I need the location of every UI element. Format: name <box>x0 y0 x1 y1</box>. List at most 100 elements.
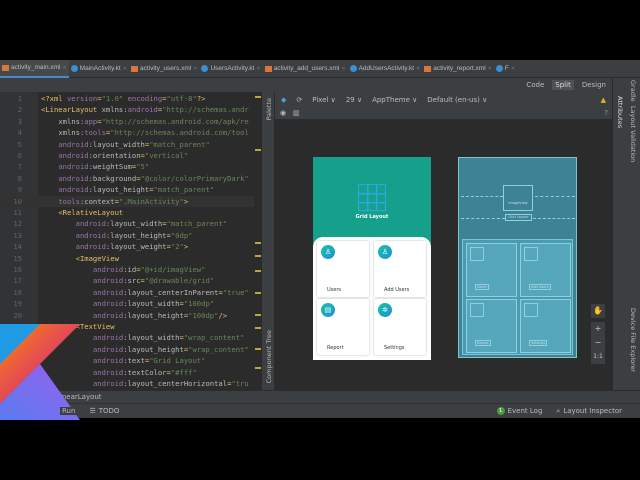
event-log-tab[interactable]: Event Log <box>508 407 543 415</box>
code-line[interactable]: 3 xmlns:app="http://schemas.android.com/… <box>0 116 262 127</box>
editor-tab[interactable]: AddUsersActivity.kt ✕ <box>348 60 423 78</box>
tab-label: F <box>504 65 509 72</box>
close-icon[interactable]: ✕ <box>511 66 515 72</box>
design-mode-button[interactable]: Design <box>582 81 606 89</box>
blueprint-label: Report <box>475 340 491 346</box>
line-number: 16 <box>13 265 22 274</box>
blueprint-textview[interactable]: Grid Layout <box>505 214 532 221</box>
editor-tab[interactable]: activity_users.xml ✕ <box>129 60 200 78</box>
attributes-tab[interactable]: Attributes <box>616 96 624 128</box>
close-icon[interactable]: ✕ <box>62 65 66 71</box>
event-count-badge: 1 <box>496 407 505 415</box>
close-icon[interactable]: ✕ <box>123 66 127 72</box>
code-line[interactable]: 4 xmlns:tools="http://schemas.android.co… <box>0 127 262 138</box>
code-line[interactable]: 16 android:id="@+id/imagView" <box>0 264 262 275</box>
blueprint-card[interactable]: Add Users <box>520 243 571 297</box>
code-line[interactable]: 11 <RelativeLayout <box>0 207 262 218</box>
close-icon[interactable]: ✕ <box>488 66 492 72</box>
run-tab[interactable]: Run <box>60 407 78 415</box>
preview-header: Grid Layout <box>313 157 431 247</box>
code-line[interactable]: 7 android:weightSum="5" <box>0 161 262 172</box>
close-icon[interactable]: ✕ <box>416 66 420 72</box>
editor-tab[interactable]: activity_report.xml ✕ <box>422 60 494 78</box>
code-line[interactable]: 2 <LinearLayout xmlns:android="http://sch… <box>0 104 262 115</box>
close-icon[interactable]: ✕ <box>256 66 260 72</box>
code-line[interactable]: 12 android:layout_width="match_parent" <box>0 218 262 229</box>
code-line[interactable]: 14 android:layout_weight="2"> <box>0 241 262 252</box>
left-tool-strip: Palette Component Tree <box>262 92 275 390</box>
code-text: android:src="@drawable/grid" <box>92 276 215 286</box>
line-number: 12 <box>13 219 22 229</box>
code-line[interactable]: 5 android:layout_width="match_parent" <box>0 139 262 150</box>
code-line[interactable]: 18 android:layout_centerInParent="true" <box>0 287 262 298</box>
device-select[interactable]: Pixel ∨ <box>312 96 336 104</box>
zoom-in-button[interactable]: + <box>591 322 605 336</box>
blueprint-view[interactable]: imageView Grid Layout Users Add Users Re… <box>458 157 577 358</box>
code-line[interactable]: 10 tools:context=".MainActivity"> <box>0 195 262 207</box>
blueprint-toggle-icon[interactable]: ▥ <box>293 109 300 117</box>
zoom-actual-size-button[interactable]: 1:1 <box>591 350 605 364</box>
layout-inspector-tab[interactable]: Layout Inspector <box>563 407 622 415</box>
warning-icon[interactable]: ▲ <box>601 96 606 104</box>
image-placeholder-icon <box>524 247 538 261</box>
code-text: android:layout_width="match_parent" <box>75 219 228 229</box>
code-line[interactable]: 8 android:background="@color/colorPrimar… <box>0 173 262 184</box>
close-icon[interactable]: ✕ <box>341 66 345 72</box>
split-mode-button[interactable]: Split <box>552 80 574 90</box>
blueprint-card[interactable]: Settings <box>520 299 571 353</box>
image-placeholder-icon <box>524 303 538 317</box>
code-line[interactable]: 20 android:layout_height="100dp"/> <box>0 310 262 321</box>
code-line[interactable]: 13 android:layout_height="0dp" <box>0 230 262 241</box>
breadcrumb[interactable]: LinearLayout <box>0 390 640 403</box>
component-tree-tab[interactable]: Component Tree <box>265 330 273 383</box>
gradle-tab[interactable]: Gradle <box>629 80 637 102</box>
todo-tab[interactable]: TODO <box>99 407 120 415</box>
scroll-marker <box>255 270 261 272</box>
gear-icon: ✲ <box>378 303 392 317</box>
locale-select[interactable]: Default (en-us) ∨ <box>427 96 487 104</box>
tab-label: activity_report.xml <box>433 65 486 72</box>
theme-select[interactable]: AppTheme ∨ <box>372 96 417 104</box>
zoom-out-button[interactable]: − <box>591 336 605 350</box>
user-plus-icon: ♙ <box>378 245 392 259</box>
card-add-users[interactable]: ♙ Add Users <box>374 241 426 297</box>
orientation-icon[interactable]: ⟳ <box>296 96 302 104</box>
api-level-select[interactable]: 29 ∨ <box>346 96 362 104</box>
code-line[interactable]: 1 <?xml version="1.0" encoding="utf-8"?> <box>0 93 262 104</box>
code-text: <RelativeLayout <box>41 208 124 217</box>
help-icon[interactable]: ? <box>604 109 608 117</box>
layout-validation-tab[interactable]: Layout Validation <box>629 106 637 162</box>
design-surface[interactable]: ◆ ⟳ Pixel ∨ 29 ∨ AppTheme ∨ Default (en-… <box>275 92 612 390</box>
code-line[interactable]: 19 android:layout_width="100dp" <box>0 298 262 309</box>
card-report[interactable]: ▤ Report <box>317 299 369 355</box>
editor-tab[interactable]: activity_main.xml ✕ <box>0 59 69 78</box>
line-number: 17 <box>13 276 22 286</box>
code-mode-button[interactable]: Code <box>526 81 544 89</box>
layers-icon[interactable]: ◆ <box>281 96 286 104</box>
eye-icon[interactable]: ◉ <box>280 109 286 117</box>
design-preview[interactable]: Grid Layout ♙ Users ♙ Add Users ▤ Report ✲ S… <box>313 157 431 360</box>
editor-scrollbar[interactable] <box>254 92 262 390</box>
scroll-marker <box>255 327 261 329</box>
code-text: android:layout_height="0dp" <box>75 230 193 240</box>
editor-tab[interactable]: activity_add_users.xml ✕ <box>263 60 348 78</box>
device-file-explorer-tab[interactable]: Device File Explorer <box>629 308 637 372</box>
blueprint-imageview[interactable]: imageView <box>503 185 533 211</box>
code-line[interactable]: 6 android:orientation="vertical" <box>0 150 262 161</box>
code-line[interactable]: 15 <ImageView <box>0 253 262 264</box>
editor-tab[interactable]: MainActivity.kt ✕ <box>69 60 129 78</box>
line-number: 18 <box>13 287 22 297</box>
xml-file-icon <box>130 65 138 72</box>
blueprint-card[interactable]: Report <box>466 299 517 353</box>
card-users[interactable]: ♙ Users <box>317 241 369 297</box>
scroll-marker <box>255 292 261 294</box>
blueprint-card[interactable]: Users <box>466 243 517 297</box>
close-icon[interactable]: ✕ <box>193 66 197 72</box>
palette-tab[interactable]: Palette <box>265 98 273 121</box>
pan-hand-icon[interactable]: ✋ <box>591 304 605 318</box>
card-settings[interactable]: ✲ Settings <box>374 299 426 355</box>
editor-tab[interactable]: UsersActivity.kt ✕ <box>199 60 262 78</box>
code-line[interactable]: 17 android:src="@drawable/grid" <box>0 275 262 286</box>
code-line[interactable]: 9 android:layout_height="match_parent" <box>0 184 262 195</box>
editor-tab[interactable]: F ✕ <box>494 60 517 78</box>
